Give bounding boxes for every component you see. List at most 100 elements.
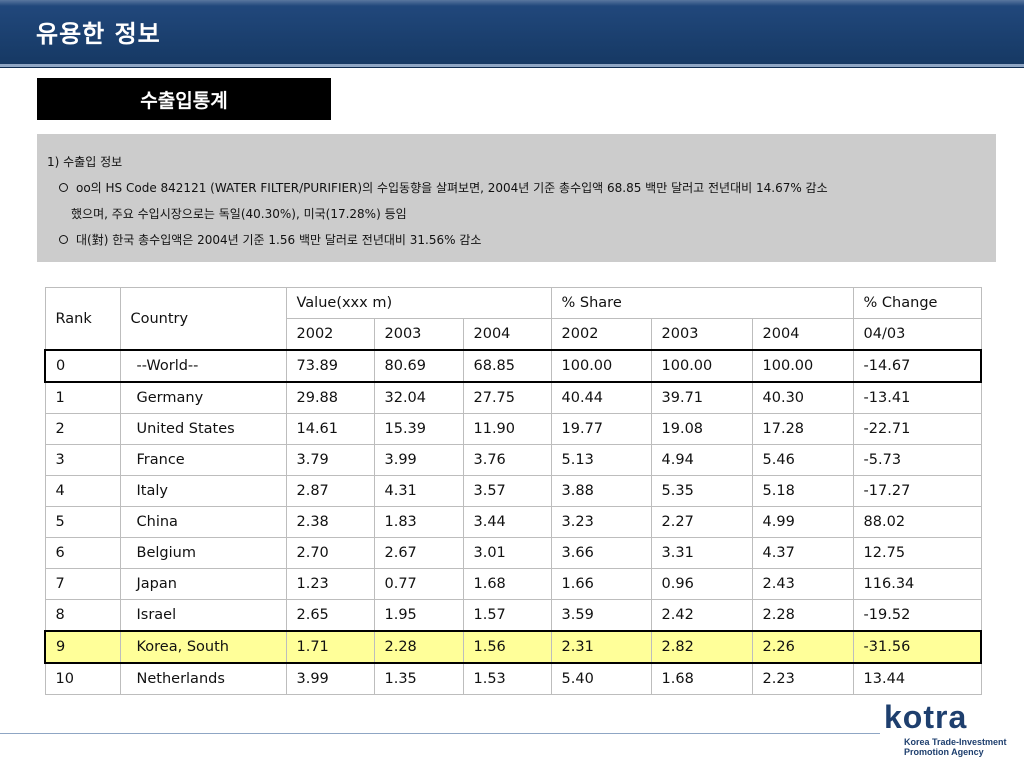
table-row: 4 Italy 2.87 4.31 3.57 3.88 5.35 5.18 -17.27: [44, 475, 982, 507]
cell-country: Belgium: [119, 537, 287, 569]
cell-share-2004: 2.28: [751, 599, 854, 632]
table-row: 6 Belgium 2.70 2.67 3.01 3.66 3.31 4.37 12.75: [44, 537, 982, 569]
cell-value-2004: 68.85: [462, 349, 552, 383]
cell-change-04-03: -14.67: [852, 349, 983, 383]
header-value: Value(xxx m): [285, 287, 552, 319]
info-bullet-1-line-2: 했으며, 주요 수입시장으로는 독일(40.30%), 미국(17.28%) 등…: [71, 207, 407, 221]
cell-share-2002: 19.77: [550, 413, 652, 445]
cell-share-2004: 40.30: [751, 381, 854, 414]
cell-value-2002: 2.87: [285, 475, 375, 507]
logo-sub-line-2: Promotion Agency: [904, 747, 984, 757]
cell-share-2003: 0.96: [650, 568, 753, 600]
cell-share-2002: 3.66: [550, 537, 652, 569]
cell-country: Israel: [119, 599, 287, 632]
import-stats-table: Rank Country Value(xxx m) % Share % Chan…: [44, 287, 983, 695]
cell-share-2003: 100.00: [650, 349, 753, 383]
cell-value-2002: 2.38: [285, 506, 375, 538]
cell-value-2003: 32.04: [373, 381, 464, 414]
table-row: 10 Netherlands 3.99 1.35 1.53 5.40 1.68 2.23 13.…: [44, 662, 982, 695]
cell-country: Italy: [119, 475, 287, 507]
section-label: 수출입통계: [37, 78, 331, 120]
cell-share-2002: 3.88: [550, 475, 652, 507]
header-bar: 유용한 정보: [0, 0, 1024, 65]
info-bullet-1-line-1: oo의 HS Code 842121 (WATER FILTER/PURIFIE…: [76, 181, 828, 195]
cell-value-2002: 1.23: [285, 568, 375, 600]
table-row: 8 Israel 2.65 1.95 1.57 3.59 2.42 2.28 -19.52: [44, 599, 982, 632]
cell-rank: 2: [44, 413, 121, 445]
cell-change-04-03: -17.27: [852, 475, 982, 507]
header-rule: [0, 64, 1024, 68]
cell-country: France: [119, 444, 287, 476]
subheader-cell: 2004: [751, 318, 854, 351]
cell-share-2004: 4.99: [751, 506, 854, 538]
cell-value-2003: 1.35: [373, 662, 464, 695]
cell-share-2004: 2.26: [751, 630, 854, 664]
cell-value-2003: 4.31: [373, 475, 464, 507]
table-row: 0 --World-- 73.89 80.69 68.85 100.00 100.00 100…: [44, 349, 983, 383]
cell-value-2002: 3.99: [285, 662, 375, 695]
cell-rank: 5: [44, 506, 121, 538]
cell-rank: 4: [44, 475, 121, 507]
cell-share-2002: 1.66: [550, 568, 652, 600]
cell-value-2002: 2.65: [285, 599, 375, 632]
cell-share-2003: 2.42: [650, 599, 753, 632]
cell-change-04-03: -22.71: [852, 413, 982, 445]
kotra-logo: kotra: [884, 699, 967, 735]
table-row: 5 China 2.38 1.83 3.44 3.23 2.27 4.99 88.02: [44, 506, 982, 538]
kotra-logo-text: kotra: [884, 699, 967, 735]
cell-country: --World--: [119, 349, 287, 383]
cell-value-2003: 3.99: [373, 444, 464, 476]
kotra-logo-subtitle: Korea Trade-Investment Promotion Agency: [904, 737, 1024, 757]
cell-share-2004: 100.00: [751, 349, 854, 383]
cell-value-2002: 1.71: [285, 630, 375, 664]
header-rank: Rank: [44, 287, 121, 351]
cell-value-2003: 1.83: [373, 506, 464, 538]
cell-rank: 6: [44, 537, 121, 569]
cell-share-2003: 39.71: [650, 381, 753, 414]
cell-country: Japan: [119, 568, 287, 600]
cell-rank: 1: [44, 381, 121, 414]
cell-value-2003: 0.77: [373, 568, 464, 600]
cell-share-2003: 1.68: [650, 662, 753, 695]
cell-value-2002: 3.79: [285, 444, 375, 476]
cell-value-2004: 27.75: [462, 381, 552, 414]
cell-share-2003: 3.31: [650, 537, 753, 569]
cell-value-2004: 3.76: [462, 444, 552, 476]
info-bullet-2: 대(對) 한국 총수입액은 2004년 기준 1.56 백만 달러로 전년대비 …: [76, 233, 482, 247]
cell-value-2004: 1.57: [462, 599, 552, 632]
cell-share-2003: 2.82: [650, 630, 753, 664]
header-shine: [0, 0, 1024, 6]
cell-share-2002: 2.31: [550, 630, 652, 664]
cell-value-2003: 2.28: [373, 630, 464, 664]
cell-share-2002: 5.40: [550, 662, 652, 695]
subheader-cell: 2004: [462, 318, 552, 351]
cell-share-2004: 2.43: [751, 568, 854, 600]
cell-share-2002: 3.59: [550, 599, 652, 632]
cell-value-2004: 3.57: [462, 475, 552, 507]
cell-country: Netherlands: [119, 662, 287, 695]
cell-country: Korea, South: [119, 630, 287, 664]
cell-value-2004: 1.53: [462, 662, 552, 695]
cell-share-2003: 4.94: [650, 444, 753, 476]
cell-rank: 3: [44, 444, 121, 476]
bullet-circle-icon: [59, 183, 68, 192]
footer-rule: [0, 733, 880, 734]
cell-share-2002: 3.23: [550, 506, 652, 538]
header-country: Country: [119, 287, 287, 351]
cell-share-2004: 4.37: [751, 537, 854, 569]
subheader-cell: 2002: [285, 318, 375, 351]
cell-rank: 8: [44, 599, 121, 632]
header-share: % Share: [550, 287, 854, 319]
cell-value-2004: 1.68: [462, 568, 552, 600]
table-header-row: Rank Country Value(xxx m) % Share % Chan…: [44, 287, 982, 351]
cell-rank: 9: [44, 630, 121, 664]
cell-change-04-03: -5.73: [852, 444, 982, 476]
table-row: 9 Korea, South 1.71 2.28 1.56 2.31 2.82 2.26 -31…: [44, 630, 983, 664]
cell-value-2003: 2.67: [373, 537, 464, 569]
cell-value-2002: 14.61: [285, 413, 375, 445]
cell-change-04-03: -31.56: [852, 630, 983, 664]
cell-share-2002: 5.13: [550, 444, 652, 476]
cell-value-2002: 73.89: [285, 349, 375, 383]
cell-share-2004: 2.23: [751, 662, 854, 695]
cell-change-04-03: -19.52: [852, 599, 982, 632]
